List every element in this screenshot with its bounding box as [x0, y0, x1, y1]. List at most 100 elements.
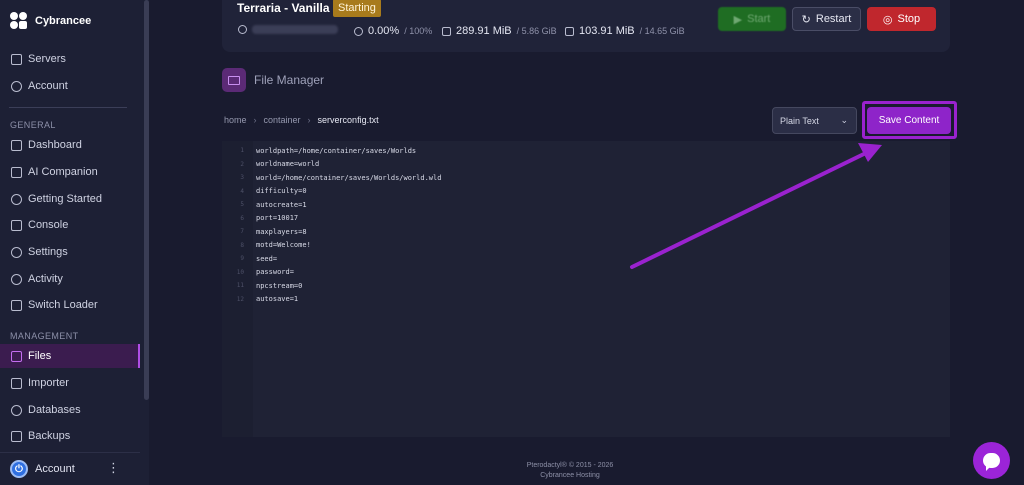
ai-icon [11, 166, 22, 178]
cpu-value: 0.00% [368, 25, 400, 37]
sidebar-item-label: Importer [28, 377, 69, 389]
sidebar-divider [9, 107, 127, 108]
server-title: Terraria - Vanilla [237, 1, 330, 15]
stop-icon: ◎ [882, 13, 893, 26]
disk-icon [565, 26, 574, 36]
breadcrumb-home[interactable]: home [224, 115, 247, 125]
sidebar-scrollbar[interactable] [144, 0, 149, 400]
sidebar-item-label: Switch Loader [28, 299, 98, 311]
memory-stat: 289.91 MiB / 5.86 GiB [442, 25, 557, 37]
sidebar-item-dashboard[interactable]: Dashboard [0, 133, 140, 157]
server-address [238, 25, 338, 34]
line-number: 12 [236, 295, 244, 303]
console-icon [11, 219, 22, 231]
line-number: 2 [240, 160, 244, 168]
code-text: password= [256, 268, 294, 276]
sidebar-item-servers[interactable]: Servers [0, 47, 140, 71]
code-text: difficulty=0 [256, 187, 307, 195]
breadcrumb-container[interactable]: container [264, 115, 301, 125]
sidebar-item-files[interactable]: Files [0, 344, 140, 368]
line-number: 4 [240, 187, 244, 195]
sidebar-item-activity[interactable]: Activity [0, 267, 140, 291]
account-label: Account [35, 463, 75, 475]
code-text: port=10017 [256, 214, 299, 222]
restart-icon: ↻ [801, 13, 811, 26]
archive-icon [11, 430, 22, 442]
line-number: 9 [240, 255, 244, 262]
brand[interactable]: Cybrancee [10, 12, 91, 30]
sidebar-item-console[interactable]: Console [0, 213, 140, 237]
code-text: seed= [256, 254, 278, 263]
chat-button[interactable] [973, 442, 1010, 479]
account-menu[interactable]: ⏻ Account ⋮ [0, 452, 140, 485]
disk-value: 103.91 MiB [579, 25, 635, 37]
sidebar-item-label: Backups [28, 430, 71, 442]
kebab-menu-icon[interactable]: ⋮ [107, 461, 120, 474]
stop-button[interactable]: ◎ Stop [867, 7, 936, 31]
footer: Pterodactyl® © 2015 - 2026 Cybrancee Hos… [480, 461, 660, 481]
sidebar-item-ai-companion[interactable]: AI Companion [0, 160, 140, 184]
folder-icon [228, 75, 240, 85]
help-icon [11, 193, 22, 205]
code-editor[interactable]: 1 worldpath=/home/container/saves/Worlds 2… [222, 141, 950, 437]
code-text: worldname=world [256, 160, 320, 168]
sidebar-item-backups[interactable]: Backups [0, 424, 140, 448]
code-line: 3 world=/home/container/saves/Worlds/worl… [222, 171, 441, 184]
restart-label: Restart [815, 13, 852, 25]
ip-address-redacted [252, 25, 338, 34]
account-icon [11, 80, 22, 92]
sidebar-item-label: Dashboard [28, 139, 82, 151]
disk-stat: 103.91 MiB / 14.65 GiB [565, 25, 685, 37]
line-number: 6 [240, 214, 244, 222]
start-label: Start [747, 13, 771, 25]
sidebar: Cybrancee Servers Account GENERAL Dashbo… [0, 0, 149, 485]
code-line: 7 maxplayers=8 [222, 225, 306, 238]
code-text: worldpath=/home/container/saves/Worlds [256, 146, 417, 155]
save-content-button[interactable]: Save Content [867, 107, 951, 134]
code-line: 2 worldname=world [222, 158, 319, 171]
play-icon: ▶ [733, 13, 743, 26]
line-number: 10 [236, 268, 244, 276]
code-text: motd=Welcome! [256, 241, 311, 249]
sidebar-item-label: Getting Started [28, 193, 102, 205]
sidebar-item-label: Account [28, 80, 68, 92]
sidebar-item-label: Activity [28, 273, 63, 285]
mode-select-value: Plain Text [780, 115, 819, 126]
footer-copyright: Pterodactyl® © 2015 - 2026 [526, 462, 614, 469]
sidebar-item-account[interactable]: Account [0, 74, 140, 98]
code-line: 5 autocreate=1 [222, 198, 306, 211]
restart-button[interactable]: ↻ Restart [792, 7, 861, 31]
brand-name: Cybrancee [35, 15, 92, 27]
sidebar-item-settings[interactable]: Settings [0, 240, 140, 264]
sidebar-item-getting-started[interactable]: Getting Started [0, 187, 140, 211]
line-number: 5 [240, 201, 244, 208]
power-icon: ⏻ [10, 460, 28, 478]
start-button[interactable]: ▶ Start [718, 7, 786, 31]
line-number: 7 [240, 228, 244, 235]
dashboard-icon [11, 139, 22, 151]
line-number: 8 [240, 241, 244, 249]
chevron-right-icon: › [307, 115, 311, 125]
file-manager-icon [222, 68, 246, 92]
stop-label: Stop [897, 13, 921, 25]
cpu-icon [354, 26, 363, 36]
sidebar-item-switch-loader[interactable]: Switch Loader [0, 293, 140, 317]
sidebar-item-label: Servers [28, 53, 66, 65]
code-text: maxplayers=8 [256, 227, 307, 236]
eye-icon [11, 273, 22, 285]
file-manager-title: File Manager [254, 73, 325, 87]
status-badge: Starting [333, 0, 381, 17]
section-title-general: GENERAL [10, 120, 56, 130]
line-number: 11 [236, 282, 244, 289]
code-line: 9 seed= [222, 252, 277, 265]
server-header: Terraria - Vanilla Starting 0.00% / 100%… [222, 0, 950, 52]
sidebar-item-importer[interactable]: Importer [0, 371, 140, 395]
code-line: 12 autosave=1 [222, 293, 298, 306]
mode-select[interactable]: Plain Text ⌄ [772, 107, 857, 134]
sidebar-item-databases[interactable]: Databases [0, 398, 140, 422]
code-line: 8 motd=Welcome! [222, 239, 310, 252]
folder-icon [11, 350, 22, 362]
code-line: 10 password= [222, 266, 294, 279]
line-number: 3 [240, 174, 244, 181]
globe-icon [238, 25, 247, 34]
